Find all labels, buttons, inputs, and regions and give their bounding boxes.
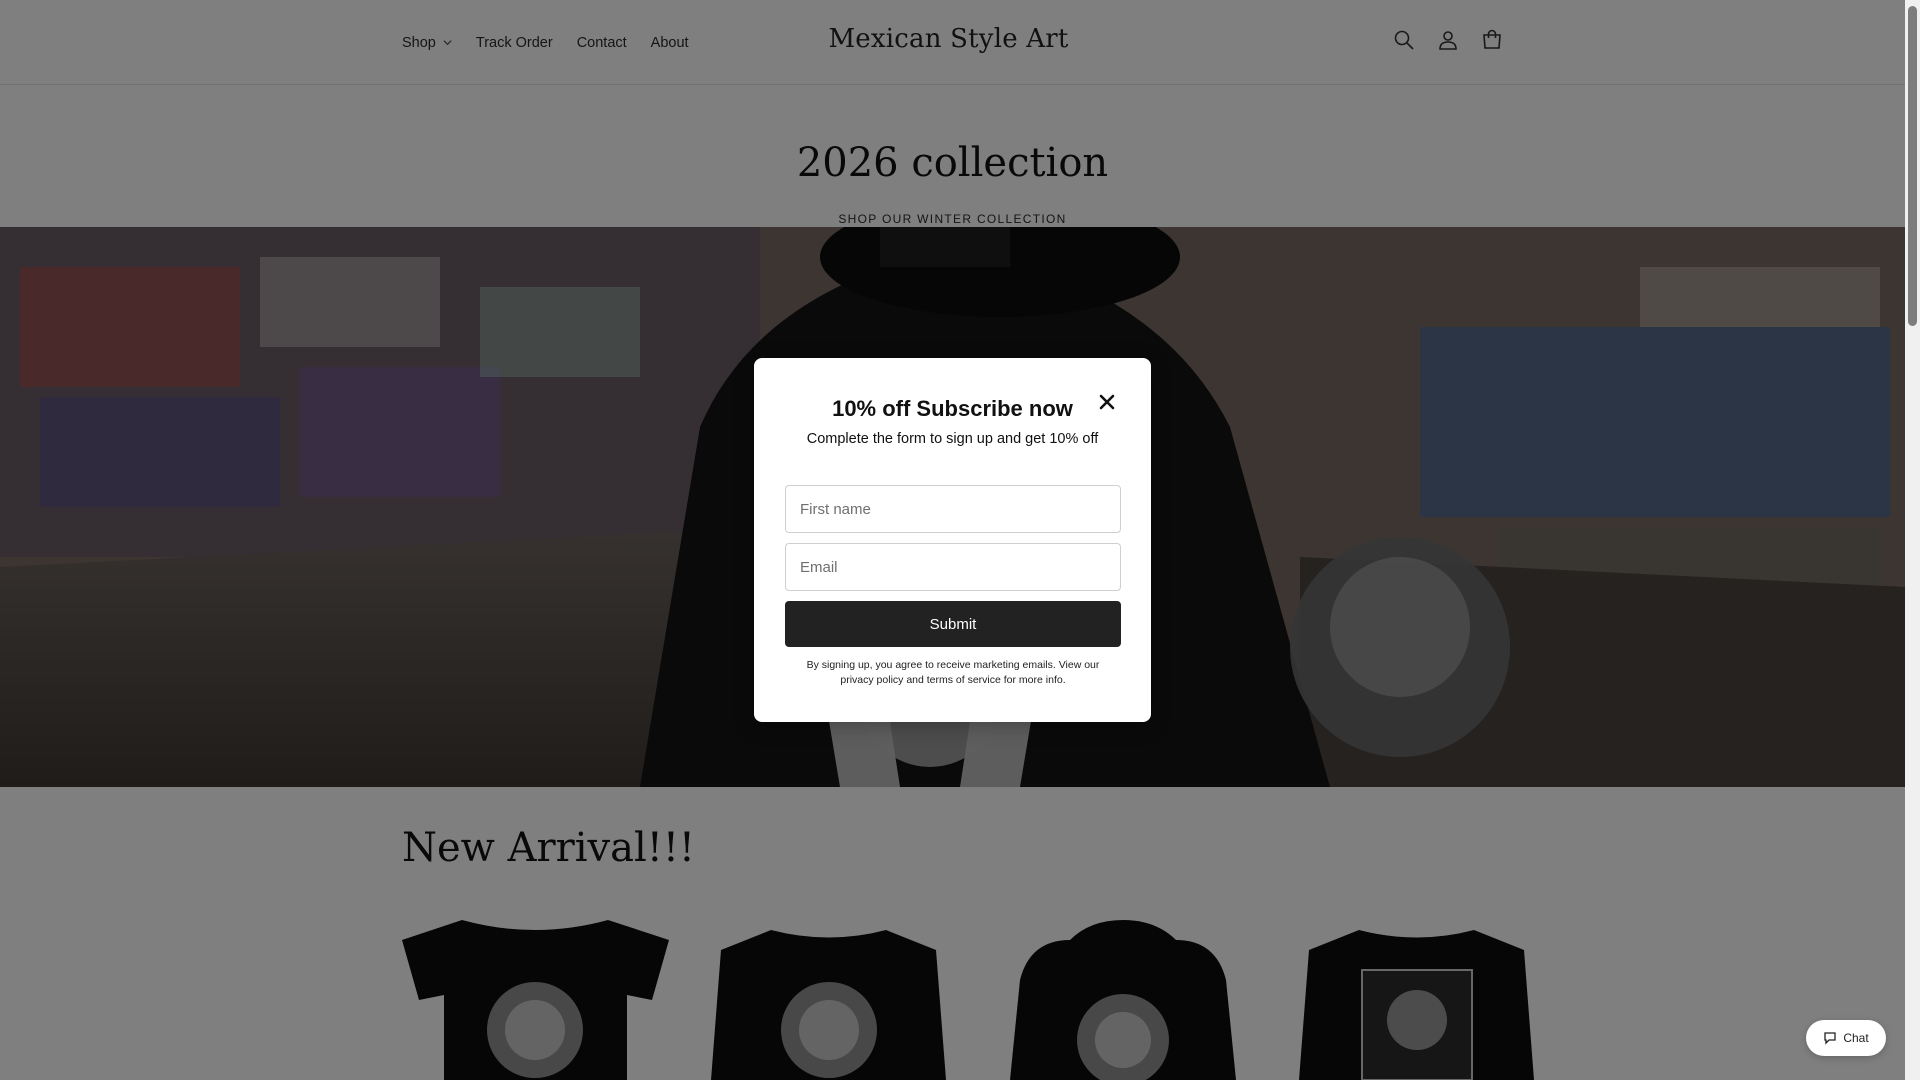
chat-button[interactable]: Chat <box>1806 1020 1886 1056</box>
page-scrollbar[interactable] <box>1905 0 1920 1080</box>
email-field[interactable] <box>785 543 1121 591</box>
legal-text: By signing up, you agree to receive mark… <box>806 659 1100 686</box>
modal-title: 10% off Subscribe now <box>832 396 1073 421</box>
chat-icon <box>1824 1032 1836 1045</box>
subscribe-modal: 10% off Subscribe now Complete the form … <box>754 358 1151 722</box>
chat-label: Chat <box>1843 1031 1869 1045</box>
scrollbar-thumb[interactable] <box>1908 6 1917 326</box>
submit-button[interactable]: Submit <box>785 601 1121 647</box>
first-name-field[interactable] <box>785 485 1121 533</box>
modal-subtitle: Complete the form to sign up and get 10%… <box>806 431 1099 447</box>
